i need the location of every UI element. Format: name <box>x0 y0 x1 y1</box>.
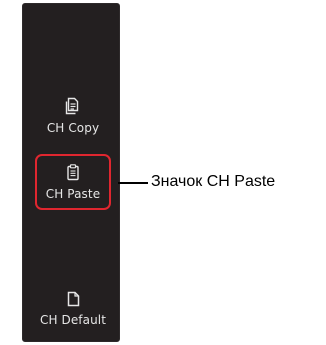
ch-default-label: CH Default <box>39 313 107 327</box>
callout-label: Значок CH Paste <box>151 173 276 190</box>
document-icon <box>67 291 79 307</box>
callout-line <box>118 182 148 184</box>
ch-paste-button[interactable]: CH Paste <box>35 154 111 210</box>
ch-copy-button[interactable]: CH Copy <box>35 88 111 144</box>
screenshot-stage: CH Copy CH Paste CH Default Значок CH Pa… <box>0 0 326 345</box>
paste-icon <box>67 163 79 180</box>
copy-icon <box>65 97 79 115</box>
channel-toolbar-panel: CH Copy CH Paste CH Default <box>22 3 120 342</box>
ch-paste-label: CH Paste <box>45 186 101 201</box>
ch-copy-label: CH Copy <box>46 121 100 135</box>
ch-default-button[interactable]: CH Default <box>26 281 120 337</box>
